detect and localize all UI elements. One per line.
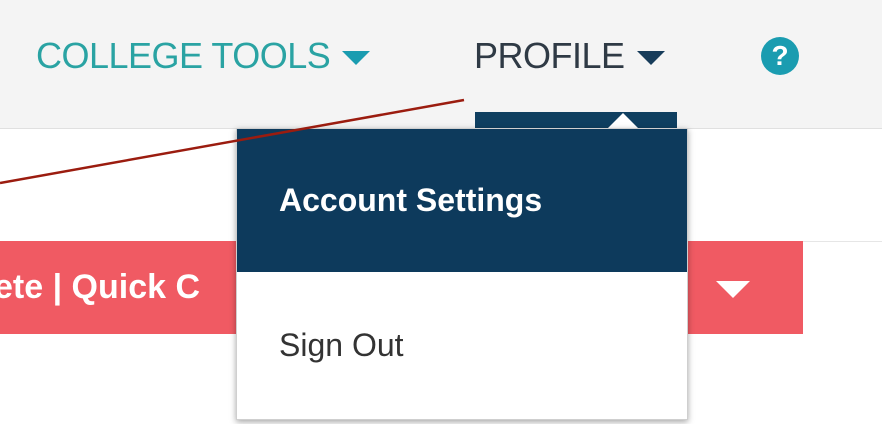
profile-label: PROFILE: [474, 35, 625, 76]
account-settings-item[interactable]: Account Settings: [237, 129, 687, 272]
help-icon[interactable]: ?: [761, 37, 799, 75]
profile-active-indicator: [475, 112, 677, 128]
caret-down-icon: [636, 51, 665, 65]
profile-menu[interactable]: PROFILE: [474, 34, 665, 78]
caret-down-icon[interactable]: [716, 281, 750, 298]
sign-out-item[interactable]: Sign Out: [237, 272, 687, 419]
dropdown-pointer: [608, 113, 638, 128]
top-navigation-bar: COLLEGE TOOLS PROFILE ?: [0, 0, 882, 129]
college-tools-menu[interactable]: COLLEGE TOOLS: [36, 34, 371, 78]
help-symbol: ?: [771, 40, 789, 71]
sign-out-label: Sign Out: [279, 327, 404, 363]
profile-dropdown: Account Settings Sign Out: [236, 128, 688, 420]
banner-label: ete | Quick C: [0, 268, 201, 306]
caret-down-icon: [342, 51, 371, 65]
account-settings-label: Account Settings: [279, 182, 543, 218]
college-tools-label: COLLEGE TOOLS: [36, 35, 331, 76]
